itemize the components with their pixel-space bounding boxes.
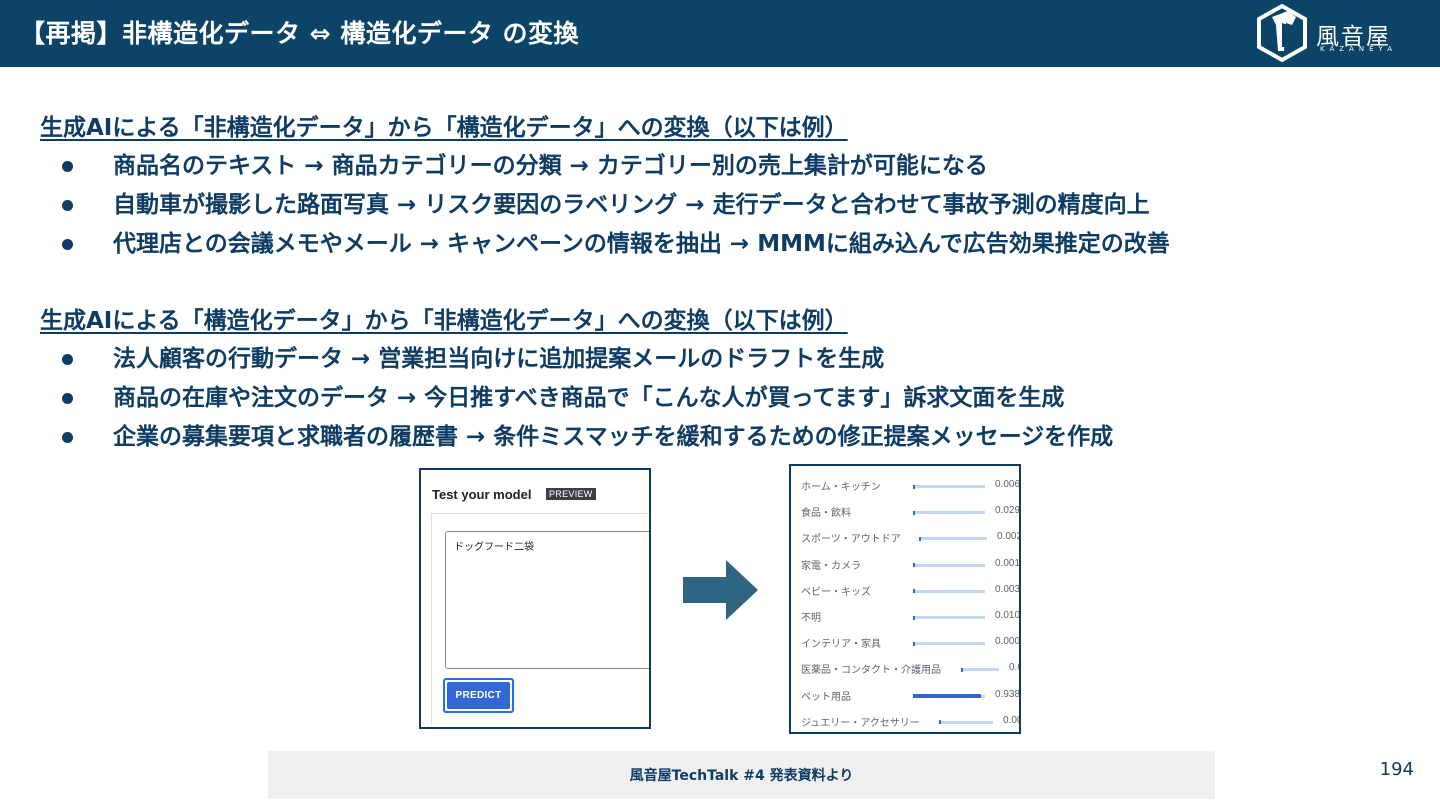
prediction-bar-track bbox=[913, 589, 985, 594]
bullet-dot-icon bbox=[62, 200, 73, 211]
kazaneya-logo-icon bbox=[1257, 3, 1307, 63]
prediction-row: スポーツ・アウトドア 0.002 bbox=[801, 528, 1021, 548]
section-heading: 生成AIによる「非構造化データ」から「構造化データ」への変換（以下は例） bbox=[40, 115, 848, 141]
slide-title: 【再掲】非構造化データ ⇔ 構造化データ の変換 bbox=[20, 19, 580, 48]
prediction-value: 0.010 bbox=[995, 610, 1021, 621]
prediction-value: 0.001 bbox=[995, 557, 1021, 569]
prediction-bar-track bbox=[913, 615, 985, 620]
prediction-bar-fill bbox=[913, 484, 915, 489]
prediction-bar-track bbox=[913, 510, 985, 515]
right-arrow-icon bbox=[683, 560, 758, 620]
bullet-text: 自動車が撮影した路面写真 → リスク要因のラベリング → 走行データと合わせて事… bbox=[113, 192, 1150, 218]
bullet-text: 商品名のテキスト → 商品カテゴリーの分類 → カテゴリー別の売上集計が可能にな… bbox=[113, 153, 988, 179]
section-structured-to-unstructured: 生成AIによる「構造化データ」から「非構造化データ」への変換（以下は例） 法人顧… bbox=[40, 304, 1420, 457]
prediction-bar-fill bbox=[919, 536, 921, 541]
prediction-row: ジュエリー・アクセサリー 0.000 bbox=[801, 712, 1019, 732]
kazaneya-logo: 風音屋 KAZANEYA bbox=[1252, 3, 1402, 63]
bullet-text: 代理店との会議メモやメール → キャンペーンの情報を抽出 → MMMに組み込んで… bbox=[113, 231, 1170, 257]
prediction-value: 0.002 bbox=[997, 531, 1021, 543]
bullet-item: 代理店との会議メモやメール → キャンペーンの情報を抽出 → MMMに組み込んで… bbox=[40, 225, 1420, 264]
prediction-bar-track bbox=[913, 484, 985, 489]
prediction-value: 0.000 bbox=[1003, 714, 1019, 726]
bullet-text: 企業の募集要項と求職者の履歴書 → 条件ミスマッチを緩和するための修正提案メッセ… bbox=[113, 424, 1114, 450]
prediction-label: ジュエリー・アクセサリー bbox=[801, 717, 920, 729]
section-heading: 生成AIによる「構造化データ」から「非構造化データ」への変換（以下は例） bbox=[40, 308, 848, 334]
prediction-row: 医薬品・コンタクト・介護用品 0.002 bbox=[801, 659, 1019, 679]
prediction-value: 0.006 bbox=[995, 479, 1021, 490]
bullet-dot-icon bbox=[62, 432, 73, 443]
prediction-bar-track bbox=[913, 563, 985, 568]
prediction-label: 食品・飲料 bbox=[801, 508, 851, 520]
bullet-item: 企業の募集要項と求職者の履歴書 → 条件ミスマッチを緩和するための修正提案メッセ… bbox=[40, 418, 1420, 457]
source-text: 風音屋TechTalk #4 発表資料より bbox=[629, 768, 854, 784]
bullet-text: 商品の在庫や注文のデータ → 今日推すべき商品で「こんな人が買ってます」訴求文面… bbox=[113, 385, 1065, 411]
prediction-label: 不明 bbox=[801, 613, 821, 624]
prediction-label: ベビー・キッズ bbox=[801, 586, 871, 598]
slide-header: 【再掲】非構造化データ ⇔ 構造化データ の変換 風音屋 KAZANEYA bbox=[0, 0, 1440, 67]
prediction-row: インテリア・家具 0.000 bbox=[801, 633, 1021, 653]
prediction-value: 0.003 bbox=[995, 583, 1021, 595]
page-number: 194 bbox=[1379, 759, 1414, 780]
prediction-bar-fill bbox=[939, 720, 941, 725]
prediction-bar-fill bbox=[913, 510, 916, 515]
prediction-results-panel: ホーム・キッチン 0.006 食品・飲料 0.029 スポーツ・アウトドア 0.002 家電… bbox=[789, 464, 1021, 734]
prediction-row: ホーム・キッチン 0.006 bbox=[801, 476, 1021, 496]
bullet-list: 商品名のテキスト → 商品カテゴリーの分類 → カテゴリー別の売上集計が可能にな… bbox=[40, 147, 1420, 264]
source-footer: 風音屋TechTalk #4 発表資料より bbox=[268, 751, 1215, 799]
prediction-row: ペット用品 0.938 bbox=[801, 686, 1021, 706]
bullet-item: 商品名のテキスト → 商品カテゴリーの分類 → カテゴリー別の売上集計が可能にな… bbox=[40, 147, 1420, 186]
prediction-bar-track bbox=[913, 694, 985, 699]
prediction-bar-track bbox=[913, 641, 985, 646]
prediction-row: 不明 0.010 bbox=[801, 607, 1021, 627]
prediction-label: 家電・カメラ bbox=[801, 560, 861, 572]
bullet-dot-icon bbox=[62, 393, 73, 404]
prediction-bar-fill bbox=[913, 563, 915, 568]
prediction-value: 0.029 bbox=[995, 505, 1021, 517]
bullet-item: 商品の在庫や注文のデータ → 今日推すべき商品で「こんな人が買ってます」訴求文面… bbox=[40, 379, 1420, 418]
prediction-bar-fill bbox=[913, 615, 915, 620]
bullet-dot-icon bbox=[62, 239, 73, 250]
prediction-label: 医薬品・コンタクト・介護用品 bbox=[801, 665, 941, 677]
prediction-label: ホーム・キッチン bbox=[801, 482, 881, 493]
prediction-label: スポーツ・アウトドア bbox=[801, 534, 901, 546]
prediction-bar-fill bbox=[913, 589, 915, 594]
bullet-dot-icon bbox=[62, 161, 73, 172]
prediction-row: ベビー・キッズ 0.003 bbox=[801, 581, 1021, 601]
bullet-dot-icon bbox=[62, 354, 73, 365]
section-unstructured-to-structured: 生成AIによる「非構造化データ」から「構造化データ」への変換（以下は例） 商品名… bbox=[40, 111, 1420, 264]
preview-badge: PREVIEW bbox=[546, 488, 596, 500]
prediction-label: インテリア・家具 bbox=[801, 639, 881, 651]
bullet-list: 法人顧客の行動データ → 営業担当向けに追加提案メールのドラフトを生成 商品の在… bbox=[40, 340, 1420, 457]
model-input-textarea[interactable]: ドッグフード二袋 bbox=[445, 531, 649, 669]
prediction-value: 0.938 bbox=[995, 688, 1021, 700]
prediction-row: 食品・飲料 0.029 bbox=[801, 502, 1021, 522]
prediction-bar-fill bbox=[913, 641, 915, 646]
bullet-text: 法人顧客の行動データ → 営業担当向けに追加提案メールのドラフトを生成 bbox=[113, 346, 885, 372]
prediction-value: 0.002 bbox=[1009, 662, 1019, 674]
bullet-item: 法人顧客の行動データ → 営業担当向けに追加提案メールのドラフトを生成 bbox=[40, 340, 1420, 379]
test-model-title: Test your model bbox=[432, 487, 532, 502]
bullet-item: 自動車が撮影した路面写真 → リスク要因のラベリング → 走行データと合わせて事… bbox=[40, 186, 1420, 225]
prediction-bar-track bbox=[919, 536, 987, 541]
prediction-bar-fill bbox=[913, 694, 981, 699]
predict-button[interactable]: PREDICT bbox=[443, 678, 514, 713]
predict-button-label: PREDICT bbox=[447, 682, 510, 709]
prediction-value: 0.000 bbox=[995, 636, 1021, 648]
logo-subtext: KAZANEYA bbox=[1320, 45, 1398, 53]
prediction-bar-track bbox=[961, 667, 999, 672]
prediction-row: 家電・カメラ 0.001 bbox=[801, 555, 1021, 575]
prediction-bar-track bbox=[939, 720, 993, 725]
prediction-bar-fill bbox=[961, 667, 963, 672]
prediction-label: ペット用品 bbox=[801, 691, 851, 703]
test-model-panel: Test your model PREVIEW ドッグフード二袋 PREDICT bbox=[419, 468, 651, 729]
